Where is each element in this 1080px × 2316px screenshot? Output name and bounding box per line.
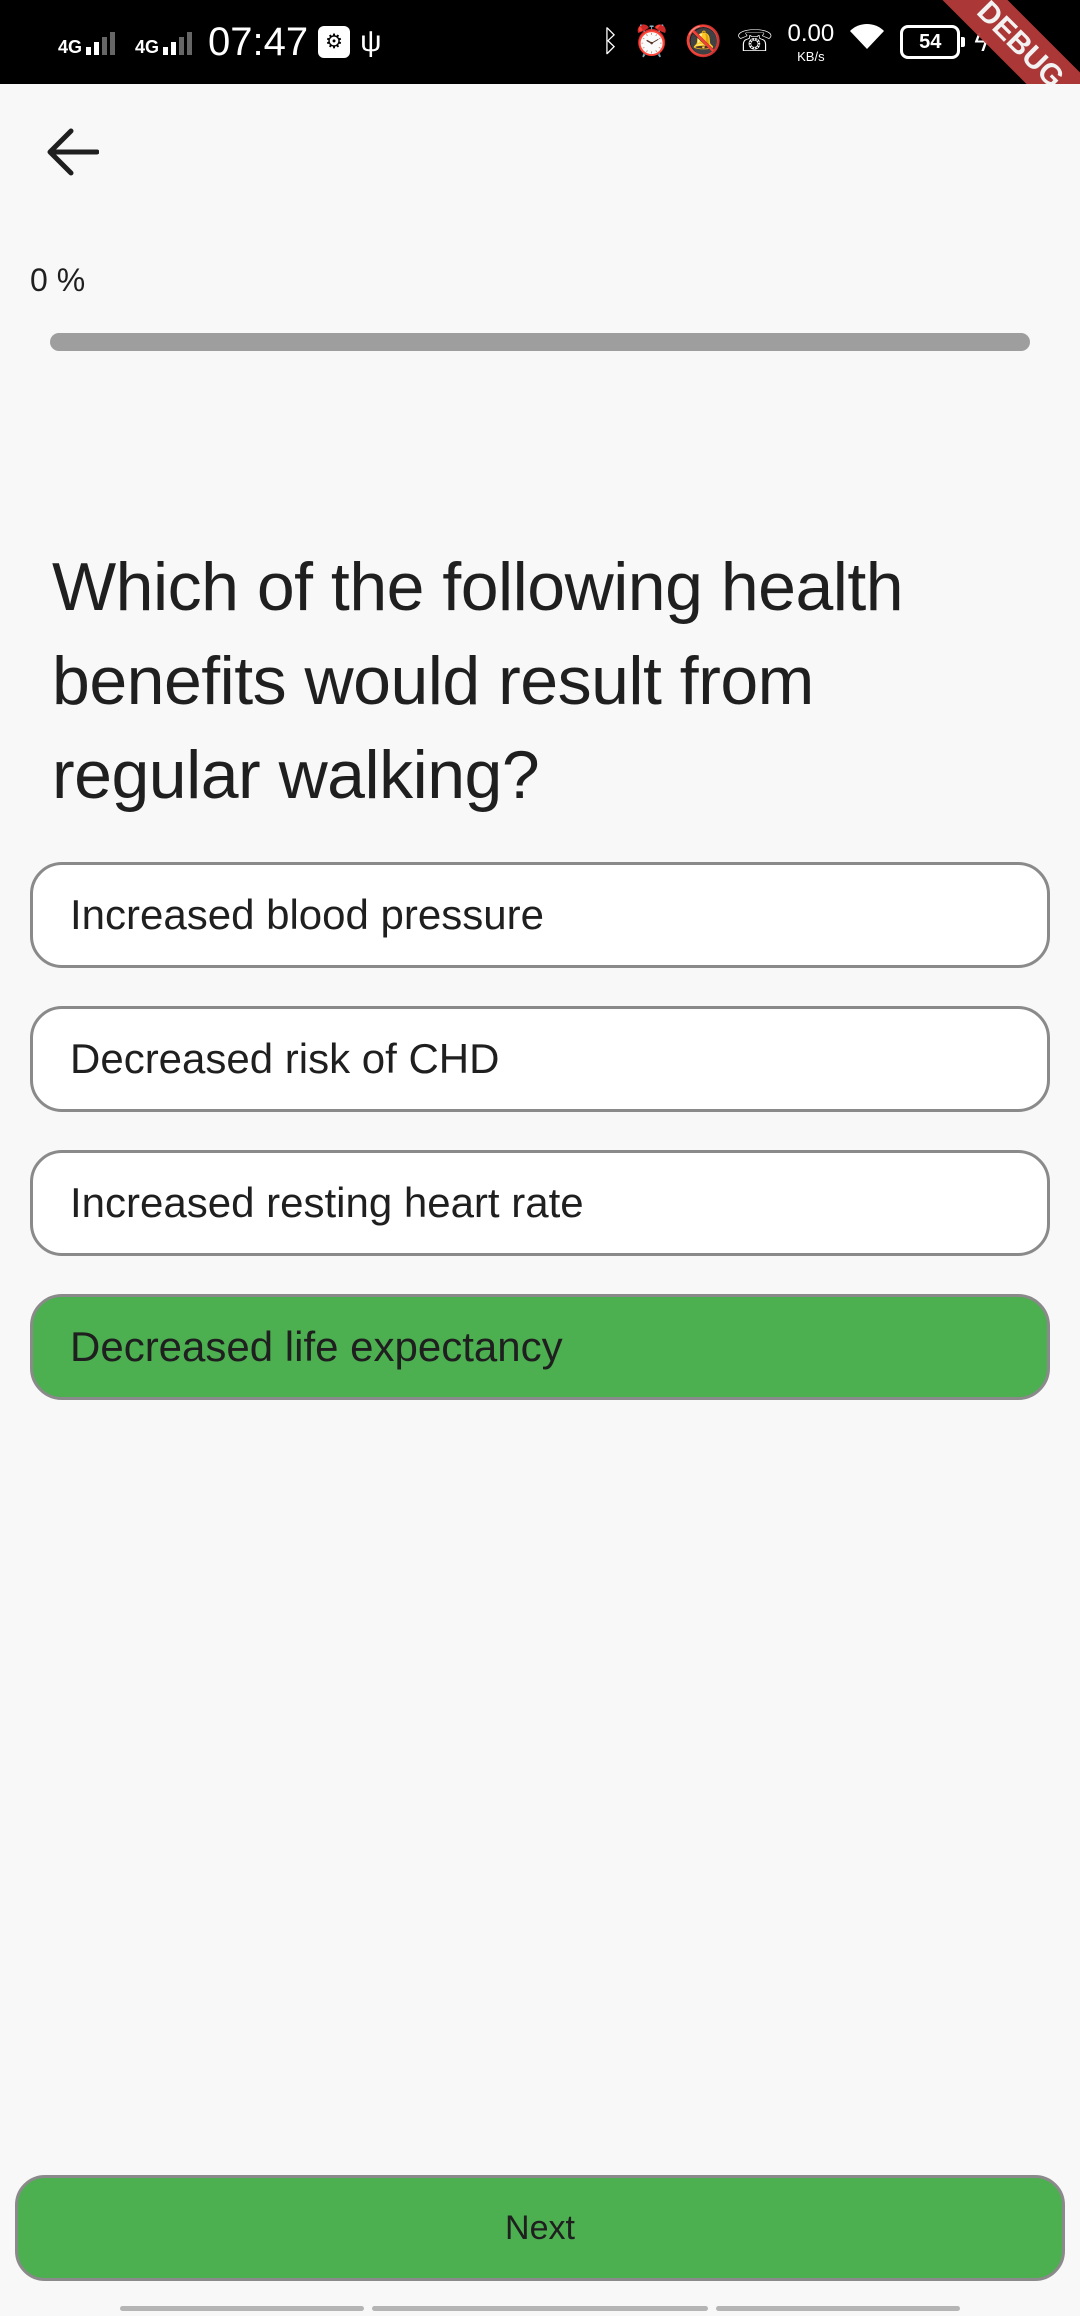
battery-icon: 54 xyxy=(900,25,966,59)
bluetooth-icon: ᛒ xyxy=(601,25,620,58)
usb-debug-icon: ⚙ xyxy=(318,26,351,58)
answer-option-label: Increased blood pressure xyxy=(70,891,544,938)
network-speed-value: 0.00 xyxy=(787,19,835,47)
back-button[interactable] xyxy=(40,120,104,184)
question-text: Which of the following health benefits w… xyxy=(52,549,904,813)
signal-bars-2-icon xyxy=(163,29,193,55)
progress-percent-label: 0 % xyxy=(30,262,86,298)
answer-option-label: Decreased risk of CHD xyxy=(70,1035,500,1082)
nav-hint-right xyxy=(716,2306,960,2311)
network-speed: 0.00 KB/s xyxy=(787,19,835,64)
signal-1: 4G xyxy=(58,29,116,57)
network-speed-unit: KB/s xyxy=(797,48,825,64)
network-type-1: 4G xyxy=(58,37,83,57)
progress-bar xyxy=(50,333,1030,351)
next-button[interactable]: Next xyxy=(15,2175,1065,2281)
arrow-left-icon xyxy=(47,128,99,176)
nav-hint-center xyxy=(372,2306,708,2311)
signal-2: 4G xyxy=(135,29,193,57)
answer-options: Increased blood pressure Decreased risk … xyxy=(30,862,1050,1438)
answer-option[interactable]: Decreased life expectancy xyxy=(30,1294,1050,1400)
answer-option-label: Decreased life expectancy xyxy=(70,1323,563,1370)
status-time: 07:47 xyxy=(208,19,309,64)
answer-option[interactable]: Decreased risk of CHD xyxy=(30,1006,1050,1112)
answer-option-label: Increased resting heart rate xyxy=(70,1179,584,1226)
signal-bars-1-icon xyxy=(86,29,116,55)
status-bar: 4G 4G 07:47 ⚙ ψ ᛒ ⏰ 🔕 ☏ 0.00 KB/s 54 ϟ D… xyxy=(0,0,1080,84)
status-bar-left: 4G 4G 07:47 ⚙ ψ xyxy=(58,14,382,70)
answer-option[interactable]: Increased resting heart rate xyxy=(30,1150,1050,1256)
next-button-label: Next xyxy=(505,2208,575,2247)
network-type-2: 4G xyxy=(135,37,160,57)
wifi-icon xyxy=(848,14,886,70)
usb-icon: ψ xyxy=(360,25,382,58)
notifications-off-icon: 🔕 xyxy=(684,25,722,58)
wifi-calling-icon: ☏ xyxy=(736,25,774,58)
status-bar-right: ᛒ ⏰ 🔕 ☏ 0.00 KB/s 54 ϟ xyxy=(601,14,988,70)
answer-option[interactable]: Increased blood pressure xyxy=(30,862,1050,968)
nav-hint-left xyxy=(120,2306,364,2311)
alarm-icon: ⏰ xyxy=(633,25,671,58)
